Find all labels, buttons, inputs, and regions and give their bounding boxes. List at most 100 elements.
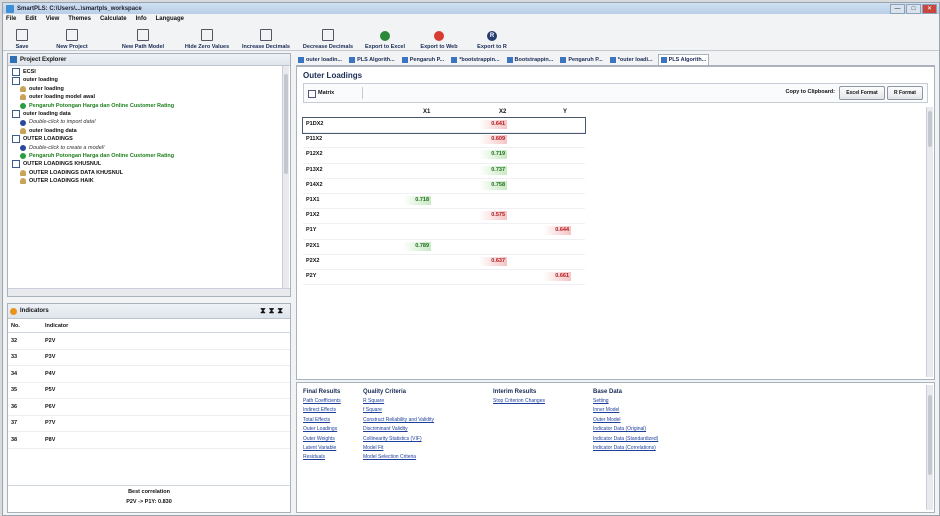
tab-pls-algorith[interactable]: PLS Algorith... — [347, 55, 397, 65]
tree-item[interactable]: outer loading — [10, 76, 280, 85]
column-header-indicator[interactable]: Indicator — [42, 319, 290, 333]
table-row[interactable]: 36 P6V — [8, 398, 290, 416]
tree-item[interactable]: OUTER LOADINGS HAIK — [10, 177, 280, 185]
report-scroll-thumb[interactable] — [928, 395, 932, 475]
report-link-total-effects[interactable]: Total Effects — [303, 416, 341, 425]
table-row[interactable]: P13X2 0.737 — [303, 164, 585, 179]
report-scrollbar[interactable] — [926, 385, 933, 510]
report-link-discriminant-validity[interactable]: Discriminant Validity — [363, 425, 434, 434]
report-link-collinearity-statistics-vif[interactable]: Collinearity Statistics (VIF) — [363, 435, 434, 444]
table-row[interactable]: P1X2 0.575 — [303, 209, 585, 225]
report-link-stop-criterion-changes[interactable]: Stop Criterion Changes — [493, 397, 545, 406]
loading-cell[interactable]: 0.758 — [479, 180, 507, 190]
table-row[interactable]: P14X2 0.758 — [303, 179, 585, 194]
column-header-x1[interactable]: X1 — [423, 109, 430, 115]
save-button[interactable]: Save — [7, 26, 37, 50]
close-button[interactable]: ✕ — [922, 4, 937, 14]
loading-cell[interactable]: 0.661 — [543, 271, 571, 281]
tab-outer-loadin[interactable]: outer loadin... — [296, 55, 344, 65]
tab-pengaruh-p[interactable]: Pengaruh P... — [400, 55, 446, 65]
maximize-button[interactable]: □ — [906, 4, 921, 14]
report-link-indirect-effects[interactable]: Indirect Effects — [303, 406, 341, 415]
report-link-inner-model[interactable]: Inner Model — [593, 406, 658, 415]
tree-item[interactable]: outer loading data — [10, 127, 280, 135]
tree-item[interactable]: Pengaruh Potongan Harga dan Online Custo… — [10, 152, 280, 160]
tab-pls-algorith[interactable]: PLS Algorith... — [657, 54, 710, 65]
table-row[interactable]: 38 P8V — [8, 431, 290, 449]
export-to-r-button[interactable]: R Export to R — [467, 26, 517, 50]
menu-calculate[interactable]: Calculate — [100, 16, 127, 22]
table-row[interactable]: P1DX2 0.641 — [302, 116, 586, 135]
table-row[interactable]: 32 P2V — [8, 332, 290, 350]
excel-format-button[interactable]: Excel Format — [839, 86, 885, 100]
table-row[interactable]: P11X2 0.609 — [303, 133, 585, 149]
loading-cell[interactable]: 0.575 — [479, 211, 507, 221]
export-to-web-button[interactable]: Export to Web — [411, 26, 467, 50]
report-link-construct-reliability-and-validity[interactable]: Construct Reliability and Validity — [363, 416, 434, 425]
column-header-no[interactable]: No. — [8, 319, 42, 333]
column-header-y[interactable]: Y — [563, 109, 567, 115]
tree-item[interactable]: Double-click to import data! — [10, 118, 280, 126]
report-link-f-square[interactable]: f Square — [363, 406, 434, 415]
tab-bootstrappin[interactable]: *bootstrappin... — [449, 55, 501, 65]
table-row[interactable]: 35 P5V — [8, 382, 290, 399]
table-row[interactable]: P2Y 0.661 — [303, 270, 585, 286]
tree-item[interactable]: OUTER LOADINGS — [10, 135, 280, 144]
tree-item[interactable]: ECSI — [10, 68, 280, 77]
loading-cell[interactable]: 0.719 — [479, 150, 507, 160]
report-link-residuals[interactable]: Residuals — [303, 453, 341, 462]
tree-item[interactable]: outer loading — [10, 85, 280, 93]
menu-view[interactable]: View — [46, 16, 60, 22]
tree-item[interactable]: OUTER LOADINGS DATA KHUSNUL — [10, 169, 280, 177]
tab-pengaruh-p[interactable]: Pengaruh P... — [558, 55, 604, 65]
r-format-button[interactable]: R Format — [887, 86, 923, 100]
report-link-outer-loadings[interactable]: Outer Loadings — [303, 425, 341, 434]
results-scroll-thumb[interactable] — [928, 111, 932, 147]
hide-zero-values-button[interactable]: Hide Zero Values — [179, 26, 235, 50]
loading-cell[interactable]: 0.737 — [479, 165, 507, 175]
tree-item[interactable]: outer loading model awal — [10, 93, 280, 101]
report-link-indicator-data-correlations[interactable]: Indicator Data (Correlations) — [593, 444, 658, 453]
decrease-decimals-button[interactable]: Decrease Decimals — [297, 26, 359, 50]
loading-cell[interactable]: 0.609 — [479, 135, 507, 145]
table-row[interactable]: 34 P4V — [8, 365, 290, 383]
table-row[interactable]: 33 P3V — [8, 349, 290, 366]
sort-filter-icon[interactable]: ⧗⧗⧗ — [260, 306, 286, 316]
table-row[interactable]: P12X2 0.719 — [303, 148, 585, 164]
report-link-path-coefficients[interactable]: Path Coefficients — [303, 397, 341, 406]
new-path-model-button[interactable]: New Path Model — [107, 26, 179, 50]
column-header-x2[interactable]: X2 — [499, 109, 506, 115]
explorer-scroll-thumb[interactable] — [284, 74, 288, 174]
explorer-hscrollbar[interactable] — [8, 288, 290, 296]
table-row[interactable]: P1Y 0.644 — [303, 224, 585, 240]
report-link-model-selection-criteria[interactable]: Model Selection Criteria — [363, 453, 434, 462]
tree-item[interactable]: Pengaruh Potongan Harga dan Online Custo… — [10, 102, 280, 110]
table-row[interactable]: P1X1 0.718 — [303, 194, 585, 210]
matrix-tab[interactable]: Matrix — [306, 87, 363, 99]
report-link-setting[interactable]: Setting — [593, 397, 658, 406]
loading-cell[interactable]: 0.644 — [543, 226, 571, 236]
loading-cell[interactable]: 0.641 — [479, 120, 507, 129]
tab-outer-loadi[interactable]: *outer loadi... — [608, 55, 655, 65]
table-row[interactable]: 37 P7V — [8, 415, 290, 432]
report-link-r-square[interactable]: R Square — [363, 397, 434, 406]
menu-file[interactable]: File — [6, 16, 16, 22]
new-project-button[interactable]: New Project — [37, 26, 107, 50]
menu-edit[interactable]: Edit — [25, 16, 36, 22]
report-link-outer-weights[interactable]: Outer Weights — [303, 435, 341, 444]
menu-info[interactable]: Info — [136, 16, 147, 22]
tree-item[interactable]: OUTER LOADINGS KHUSNUL — [10, 160, 280, 169]
tree-item[interactable]: Double-click to create a model! — [10, 144, 280, 152]
loading-cell[interactable]: 0.637 — [479, 256, 507, 266]
results-scrollbar[interactable] — [926, 107, 933, 377]
export-to-excel-button[interactable]: Export to Excel — [359, 26, 411, 50]
increase-decimals-button[interactable]: Increase Decimals — [235, 26, 297, 50]
report-link-indicator-data-standardized[interactable]: Indicator Data (Standardized) — [593, 435, 658, 444]
report-link-indicator-data-original[interactable]: Indicator Data (Original) — [593, 425, 658, 434]
loading-cell[interactable]: 0.789 — [403, 241, 431, 251]
report-link-model-fit[interactable]: Model Fit — [363, 444, 434, 453]
loading-cell[interactable]: 0.718 — [403, 195, 431, 205]
tree-item[interactable]: outer loading data — [10, 110, 280, 119]
table-row[interactable]: P2X2 0.637 — [303, 255, 585, 270]
table-row[interactable]: P2X1 0.789 — [303, 240, 585, 255]
